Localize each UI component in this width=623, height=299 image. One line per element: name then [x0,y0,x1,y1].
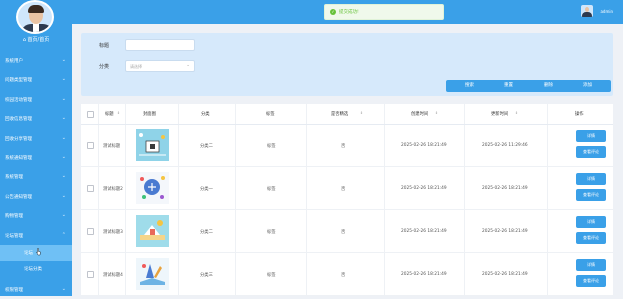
table-header: 标题 ⇕ 封面图 分类 标签 是否精选 ⇕ 创建时间 ⇕ 更新时间 ⇕ 操作 [81,104,613,125]
sidebar-subitem-forum-category[interactable]: 论坛分类 [0,261,72,277]
table-row: 测试标题2 分类一 标签 否 2025-02-26 18:21:49 2025-… [81,167,613,210]
select-all-checkbox[interactable] [87,111,94,118]
sidebar-item-recycle-share[interactable]: 回收分享管理 ⌄ [0,129,72,148]
chevron-down-icon: ⌄ [61,76,66,83]
pointer-cursor-icon [36,248,41,256]
col-category: 分类 [201,112,210,117]
chevron-down-icon: ⌄ [186,63,190,68]
topbar: ✓ 提交成功! admin [72,0,623,24]
category-label: 分类 [99,64,110,70]
chevron-down-icon: ⌄ [61,153,66,160]
cover-thumbnail[interactable] [136,258,169,290]
table-row: 测试标题 分类二 标签 否 2025-02-26 18:21:49 2025-0… [81,124,613,167]
col-featured[interactable]: 是否精选 [331,111,348,117]
sidebar-item-recycle-info[interactable]: 回收信息管理 ⌄ [0,109,72,128]
chevron-up-icon: ⌃ [61,231,66,238]
chevron-down-icon: ⌄ [61,212,66,219]
row-checkbox[interactable] [87,142,94,149]
admin-avatar[interactable] [16,0,54,34]
detail-button[interactable]: 详情 [576,130,606,142]
success-toast: ✓ 提交成功! [324,4,444,20]
cover-thumbnail[interactable] [136,215,169,247]
sidebar-item-system[interactable]: 系统管理 ⌄ [0,167,72,186]
add-button[interactable]: 添加 [564,80,611,92]
user-avatar[interactable] [581,5,593,17]
sort-icon[interactable]: ⇕ [360,111,363,115]
sidebar-item-announcements[interactable]: 公告通知管理 ⌄ [0,187,72,206]
table-row: 测试标题3 分类二 标签 否 2025-02-26 18:21:49 2025-… [81,210,613,253]
sidebar-item-forum[interactable]: 论坛管理 ⌃ [0,226,72,245]
home-label: 首页/首页 [27,37,50,43]
chevron-down-icon: ⌄ [61,173,66,180]
chevron-down-icon: ⌄ [61,115,66,122]
sort-icon[interactable]: ⇕ [117,111,120,115]
sort-icon[interactable]: ⇕ [515,111,518,115]
search-panel: 标题 分类 请选择 ⌄ 搜索 重置 删除 添加 [81,33,613,96]
col-tag: 标签 [266,112,275,117]
sidebar-subitem-forum[interactable]: 论坛 [0,245,72,261]
row-checkbox[interactable] [87,228,94,235]
col-created[interactable]: 创建时间 [411,111,428,117]
sidebar-item-shopping[interactable]: 购物管理 ⌄ [0,206,72,225]
sidebar-item-activities[interactable]: 校园活动管理 ⌄ [0,90,72,109]
detail-button[interactable]: 详情 [576,216,606,228]
view-comments-button[interactable]: 查看评论 [576,189,606,201]
col-title[interactable]: 标题 [105,111,114,117]
category-select[interactable]: 请选择 ⌄ [125,60,195,72]
chevron-down-icon: ⌄ [61,134,66,141]
detail-button[interactable]: 详情 [576,173,606,185]
home-link[interactable]: ⌂ 首页/首页 [0,36,72,43]
sidebar-item-users[interactable]: 系统用户 ⌄ [0,51,72,70]
user-name[interactable]: admin [600,9,613,14]
detail-button[interactable]: 详情 [576,259,606,271]
view-comments-button[interactable]: 查看评论 [576,146,606,158]
check-circle-icon: ✓ [330,9,336,15]
row-checkbox[interactable] [87,271,94,278]
chevron-down-icon: ⌄ [61,286,66,292]
col-updated[interactable]: 更新时间 [491,111,508,117]
sidebar-item-question-types[interactable]: 问题类型管理 ⌄ [0,70,72,89]
view-comments-button[interactable]: 查看评论 [576,232,606,244]
cover-thumbnail[interactable] [136,172,169,204]
sidebar-item-permissions[interactable]: 权限管理 ⌄ [0,280,72,299]
chevron-down-icon: ⌄ [61,95,66,102]
col-actions: 操作 [575,112,584,117]
sidebar-item-notifications[interactable]: 系统通知管理 ⌄ [0,148,72,167]
title-label: 标题 [99,43,110,49]
home-icon: ⌂ [22,37,26,43]
sort-icon[interactable]: ⇕ [435,111,438,115]
cover-thumbnail[interactable] [136,129,169,161]
sidebar-menu: 系统用户 ⌄ 问题类型管理 ⌄ 校园活动管理 ⌄ 回收信息管理 ⌄ 回收分享管理 ⌄ 系统… [0,51,72,245]
chevron-down-icon: ⌄ [61,57,66,63]
row-checkbox[interactable] [87,185,94,192]
title-input[interactable] [125,39,195,51]
view-comments-button[interactable]: 查看评论 [576,275,606,287]
sidebar: ⌂ 首页/首页 系统用户 ⌄ 问题类型管理 ⌄ 校园活动管理 ⌄ 回收信息管理 ⌄ 回收… [0,0,72,296]
col-cover: 封面图 [143,112,156,117]
chevron-down-icon: ⌄ [61,192,66,199]
forum-table: 标题 ⇕ 封面图 分类 标签 是否精选 ⇕ 创建时间 ⇕ 更新时间 ⇕ 操作 测试标题 … [81,104,613,296]
table-row: 测试标题4 分类三 标签 否 2025-02-26 18:21:49 2025-… [81,253,613,296]
